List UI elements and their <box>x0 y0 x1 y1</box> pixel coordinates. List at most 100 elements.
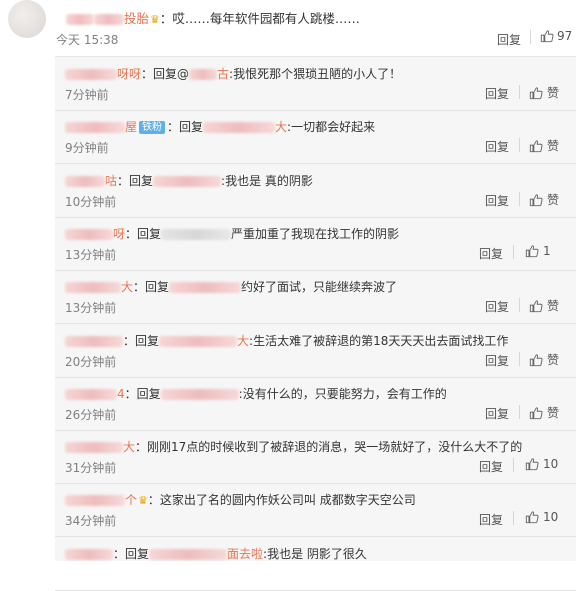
target-tail[interactable]: 大 <box>237 334 249 348</box>
reply-line: 个♛：这家出了名的圆内作妖公司叫 成都数字天空公司 <box>65 491 416 508</box>
main-like-button[interactable]: 97 <box>540 29 572 43</box>
nickname-tail[interactable]: 大 <box>121 280 133 294</box>
reply-button[interactable]: 回复 <box>479 458 503 475</box>
reply-content: :生活太难了被辞退的第18天天天出去面试找工作 <box>249 334 509 348</box>
target-tail[interactable]: 古 <box>217 67 229 81</box>
nickname-tail[interactable]: 屋 <box>125 120 137 134</box>
reply-content: :我恨死那个猥琐丑陋的小人了！ <box>229 67 402 81</box>
reply-button[interactable]: 回复 <box>479 245 503 262</box>
nickname-visible[interactable]: 投胎 <box>124 11 149 26</box>
like-count: 10 <box>543 457 559 471</box>
reply-time: 7分钟前 <box>65 88 109 102</box>
reply-button[interactable]: 回复 <box>485 138 509 155</box>
reply-time: 13分钟前 <box>65 248 117 262</box>
blurred-target[interactable] <box>149 549 228 560</box>
thumbs-up-icon <box>540 30 554 43</box>
target-tail[interactable]: 面去啦 <box>227 547 263 561</box>
reply-item: 4：回复:没有什么的，只要能努力，会有工作的 26分钟前 回复 赞 <box>55 377 576 431</box>
thumbs-up-icon <box>529 406 543 419</box>
reply-line: 呀呀：回复@ 古:我恨死那个猥琐丑陋的小人了！ <box>65 65 401 82</box>
like-count: 10 <box>543 510 559 524</box>
reply-item: ：回复 大:生活太难了被辞退的第18天天天出去面试找工作 20分钟前 回复 赞 <box>55 324 576 378</box>
reply-content: :一切都会好起来 <box>287 120 376 134</box>
main-reply-button[interactable]: 回复 <box>497 31 521 48</box>
like-button[interactable]: 1 <box>525 244 551 258</box>
reply-button[interactable]: 回复 <box>485 192 509 209</box>
like-button[interactable]: 赞 <box>529 137 559 154</box>
reply-prefix: ：回复 <box>117 174 154 188</box>
divider <box>519 138 520 152</box>
blurred-nickname[interactable] <box>65 442 123 453</box>
reply-button[interactable]: 回复 <box>485 352 509 369</box>
reply-button[interactable]: 回复 <box>485 298 509 315</box>
reply-content: :我也是 阴影了很久 <box>263 547 367 561</box>
blurred-target[interactable] <box>160 389 239 400</box>
like-count: 赞 <box>547 406 560 420</box>
reply-button[interactable]: 回复 <box>485 85 509 102</box>
blurred-target[interactable] <box>169 282 242 293</box>
blurred-nickname[interactable] <box>65 549 113 560</box>
blurred-nickname[interactable] <box>65 229 113 240</box>
reply-content: 约好了面试，只能继续奔波了 <box>241 280 398 294</box>
reply-time: 13分钟前 <box>65 301 117 315</box>
blurred-target[interactable] <box>161 229 232 240</box>
avatar[interactable] <box>8 0 46 38</box>
reply-time: 26分钟前 <box>65 408 117 422</box>
reply-time: 34分钟前 <box>65 514 117 528</box>
blurred-target[interactable] <box>189 69 218 80</box>
reply-item: ：回复 面去啦:我也是 阴影了很久 <box>55 537 576 591</box>
divider <box>513 511 514 525</box>
like-button[interactable]: 10 <box>525 457 558 471</box>
blurred-nickname[interactable] <box>65 122 125 133</box>
reply-button[interactable]: 回复 <box>479 511 503 528</box>
like-count: 赞 <box>547 299 560 313</box>
like-button[interactable]: 赞 <box>529 351 559 368</box>
blurred-nickname[interactable] <box>65 69 117 80</box>
nickname-tail[interactable]: 呀呀 <box>117 67 141 81</box>
blurred-target[interactable] <box>153 176 222 187</box>
nickname-tail[interactable]: 大 <box>123 440 135 454</box>
blurred-nickname[interactable] <box>65 495 125 506</box>
comment-separator: ： <box>159 11 173 26</box>
reply-prefix: ：回复@ <box>141 67 190 81</box>
blurred-target[interactable] <box>159 336 238 347</box>
like-button[interactable]: 赞 <box>529 404 559 421</box>
like-button[interactable]: 赞 <box>529 191 559 208</box>
reply-content: 严重加重了我现在找工作的阴影 <box>231 227 400 241</box>
divider <box>519 298 520 312</box>
blurred-nickname[interactable] <box>65 282 121 293</box>
nickname-tail[interactable]: 咕 <box>105 174 117 188</box>
thumbs-up-icon <box>529 299 543 312</box>
blurred-nickname[interactable] <box>65 176 105 187</box>
reply-prefix: ： <box>135 440 148 454</box>
reply-prefix: ：回复 <box>125 227 162 241</box>
target-tail[interactable]: 大 <box>275 120 287 134</box>
divider <box>513 245 514 259</box>
like-button[interactable]: 10 <box>525 510 558 524</box>
reply-prefix: ： <box>147 493 160 507</box>
like-button[interactable]: 赞 <box>529 84 559 101</box>
reply-content: 刚刚17点的时候收到了被辞退的消息，哭一场就好了，没什么大不了的 <box>147 440 523 454</box>
blurred-nickname[interactable] <box>65 336 123 347</box>
blurred-nickname[interactable] <box>65 389 117 400</box>
reply-item: 呀呀：回复@ 古:我恨死那个猥琐丑陋的小人了！ 7分钟前 回复 赞 <box>55 57 576 111</box>
reply-line: 大：回复 约好了面试，只能继续奔波了 <box>65 278 397 295</box>
blurred-nickname[interactable] <box>66 14 94 25</box>
like-count: 赞 <box>547 353 560 367</box>
divider <box>519 352 520 366</box>
reply-line: 4：回复:没有什么的，只要能努力，会有工作的 <box>65 385 447 402</box>
divider <box>519 192 520 206</box>
main-comment-line: 投胎♛：哎……每年软件园都有人跳楼…… <box>56 8 360 27</box>
reply-item: 大：回复 约好了面试，只能继续奔波了 13分钟前 回复 赞 <box>55 270 576 324</box>
thumbs-up-icon <box>529 193 543 206</box>
like-button[interactable]: 赞 <box>529 297 559 314</box>
nickname-tail[interactable]: 个 <box>125 493 137 507</box>
reply-button[interactable]: 回复 <box>485 405 509 422</box>
like-count: 赞 <box>547 86 560 100</box>
nickname-tail[interactable]: 4 <box>117 387 125 401</box>
reply-content: :我也是 真的阴影 <box>221 174 313 188</box>
nickname-tail[interactable]: 呀 <box>113 227 125 241</box>
main-like-count: 97 <box>557 29 573 43</box>
divider <box>530 30 531 44</box>
blurred-target[interactable] <box>203 122 276 133</box>
